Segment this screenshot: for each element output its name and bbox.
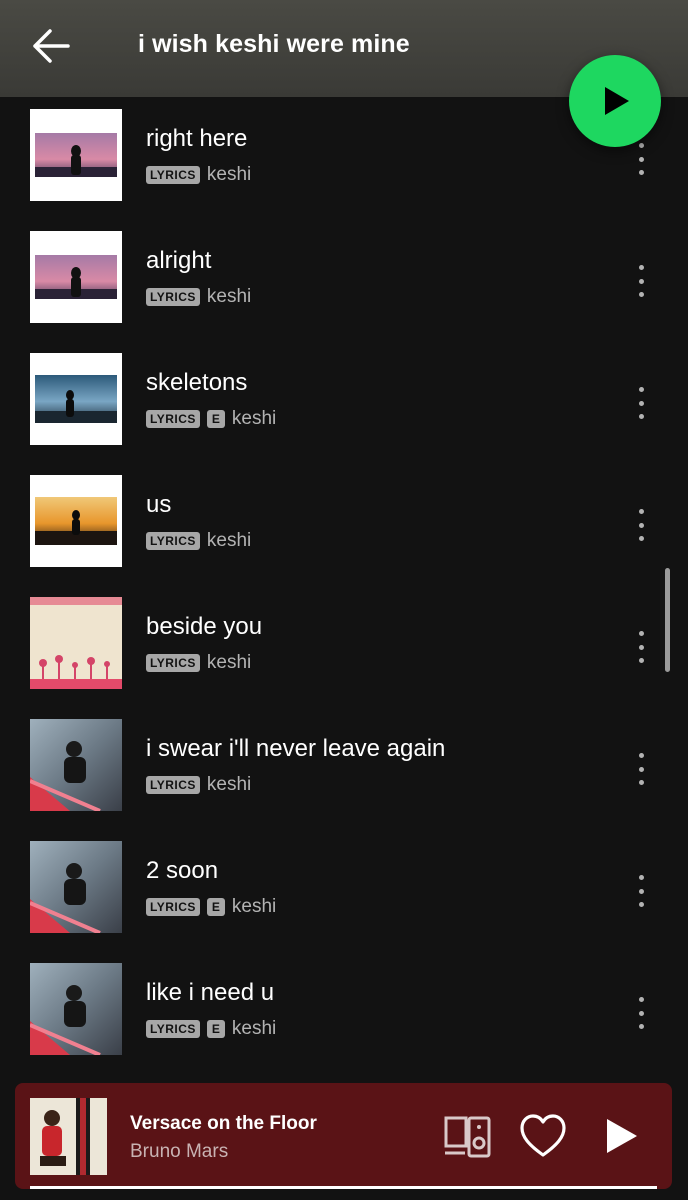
play-button[interactable] — [569, 55, 661, 147]
more-vertical-icon — [638, 387, 644, 392]
lyrics-badge: LYRICS — [146, 776, 200, 794]
track-title: skeletons — [146, 369, 248, 396]
track-artist: keshi — [206, 286, 252, 307]
lyrics-badge: LYRICS — [146, 1020, 200, 1038]
track-title: i swear i'll never leave again — [146, 735, 446, 762]
playback-progress-fill — [30, 1186, 657, 1189]
track-artist: keshi — [231, 408, 277, 429]
track-row[interactable]: alright LYRICS keshi — [0, 219, 688, 341]
album-art — [30, 719, 122, 811]
album-art — [30, 475, 122, 567]
track-meta: LYRICS E keshi — [146, 896, 276, 918]
play-icon — [605, 87, 629, 115]
album-art — [30, 353, 122, 445]
track-row[interactable]: beside you LYRICS keshi — [0, 585, 688, 707]
track-meta: LYRICS E keshi — [146, 408, 276, 430]
track-row[interactable]: us LYRICS keshi — [0, 463, 688, 585]
playback-progress-bar[interactable] — [30, 1186, 657, 1189]
track-artist: keshi — [231, 896, 277, 917]
more-options-button[interactable] — [626, 381, 656, 425]
more-vertical-icon — [638, 997, 644, 1002]
explicit-badge: E — [206, 410, 225, 428]
back-button[interactable] — [24, 20, 76, 72]
track-row[interactable]: skeletons LYRICS E keshi — [0, 341, 688, 463]
scrollbar[interactable] — [665, 568, 670, 672]
more-options-button[interactable] — [626, 991, 656, 1035]
track-title: us — [146, 491, 172, 518]
now-playing-album-art — [30, 1098, 107, 1175]
explicit-badge: E — [206, 1020, 225, 1038]
track-artist: keshi — [206, 164, 252, 185]
track-title: right here — [146, 125, 248, 152]
devices-icon — [444, 1116, 491, 1158]
track-artist: keshi — [231, 1018, 277, 1039]
more-options-button[interactable] — [626, 503, 656, 547]
more-vertical-icon — [638, 143, 644, 148]
lyrics-badge: LYRICS — [146, 898, 200, 916]
now-playing-title: Versace on the Floor — [130, 1113, 317, 1134]
lyrics-badge: LYRICS — [146, 166, 200, 184]
album-art — [30, 841, 122, 933]
album-art — [30, 231, 122, 323]
more-options-button[interactable] — [626, 747, 656, 791]
track-meta: LYRICS keshi — [146, 530, 251, 552]
heart-icon — [520, 1114, 566, 1157]
arrow-left-icon — [33, 29, 70, 63]
playlist-title: i wish keshi were mine — [138, 30, 410, 58]
more-vertical-icon — [638, 509, 644, 514]
explicit-badge: E — [206, 898, 225, 916]
track-title: like i need u — [146, 979, 275, 1006]
track-artist: keshi — [206, 652, 252, 673]
track-title: alright — [146, 247, 212, 274]
album-art — [30, 109, 122, 201]
track-meta: LYRICS keshi — [146, 164, 251, 186]
track-row[interactable]: i swear i'll never leave again LYRICS ke… — [0, 707, 688, 829]
more-options-button[interactable] — [626, 869, 656, 913]
more-vertical-icon — [638, 265, 644, 270]
lyrics-badge: LYRICS — [146, 654, 200, 672]
play-icon — [607, 1119, 637, 1153]
album-art — [30, 597, 122, 689]
track-meta: LYRICS E keshi — [146, 1018, 276, 1040]
more-options-button[interactable] — [626, 259, 656, 303]
track-row[interactable]: like i need u LYRICS E keshi — [0, 951, 688, 1073]
lyrics-badge: LYRICS — [146, 288, 200, 306]
more-vertical-icon — [638, 875, 644, 880]
track-meta: LYRICS keshi — [146, 774, 251, 796]
lyrics-badge: LYRICS — [146, 532, 200, 550]
now-playing-artist: Bruno Mars — [130, 1141, 229, 1162]
more-vertical-icon — [638, 753, 644, 758]
lyrics-badge: LYRICS — [146, 410, 200, 428]
track-meta: LYRICS keshi — [146, 652, 251, 674]
track-artist: keshi — [206, 530, 252, 551]
track-row[interactable]: 2 soon LYRICS E keshi — [0, 829, 688, 951]
like-button[interactable] — [519, 1113, 567, 1159]
track-meta: LYRICS keshi — [146, 286, 251, 308]
playlist-screen: i wish keshi were mine right here LYRICS — [0, 0, 688, 1200]
now-playing-play-button[interactable] — [601, 1115, 641, 1157]
track-artist: keshi — [206, 774, 252, 795]
now-playing-bar[interactable]: Versace on the Floor Bruno Mars — [15, 1083, 672, 1189]
track-title: beside you — [146, 613, 263, 640]
more-vertical-icon — [638, 631, 644, 636]
track-title: 2 soon — [146, 857, 219, 884]
connect-devices-button[interactable] — [443, 1115, 491, 1159]
more-options-button[interactable] — [626, 625, 656, 669]
album-art — [30, 963, 122, 1055]
